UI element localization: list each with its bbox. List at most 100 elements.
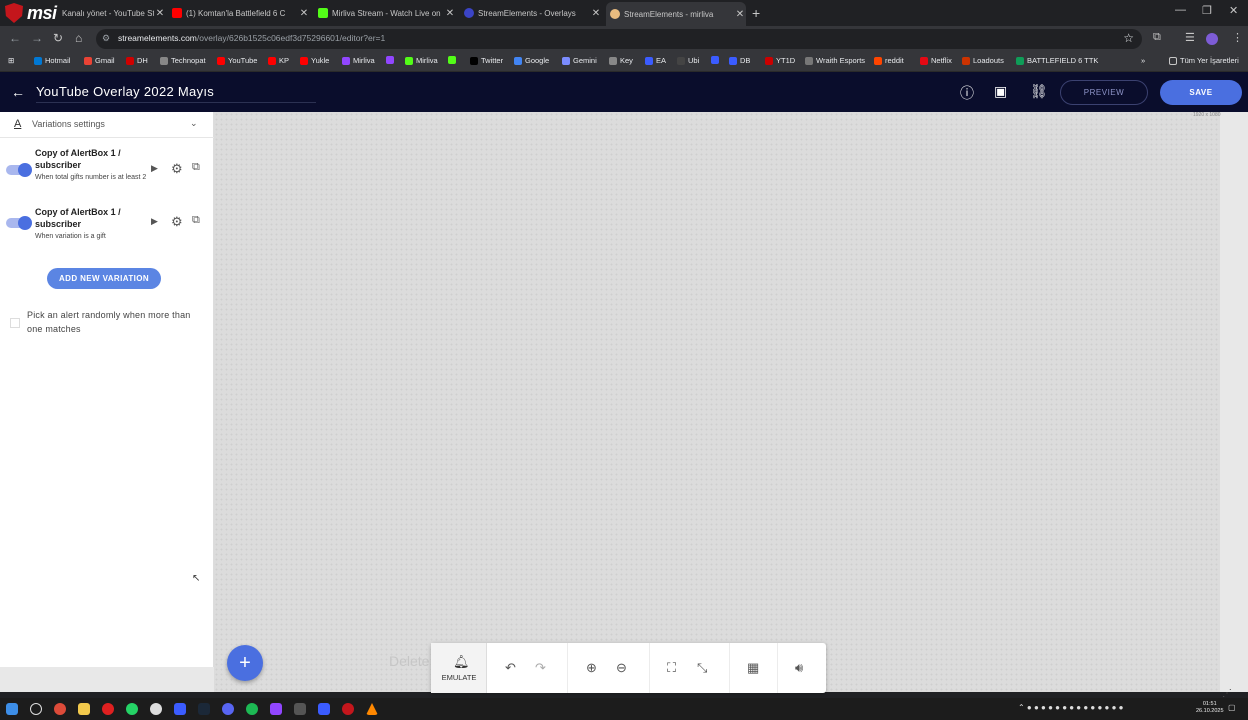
- volume-icon[interactable]: 🔊︎: [795, 660, 803, 676]
- play-icon[interactable]: ▶: [151, 216, 158, 227]
- window-close-icon[interactable]: ✕: [1229, 4, 1238, 17]
- copy-icon[interactable]: ⧉: [192, 214, 200, 227]
- link-icon[interactable]: ⛓: [1030, 83, 1048, 100]
- vlc-icon[interactable]: [366, 703, 378, 715]
- variations-settings-header[interactable]: A Variations settings ⌄: [0, 112, 214, 138]
- overlay-canvas[interactable]: [214, 112, 1220, 692]
- bookmark-item[interactable]: [448, 56, 459, 64]
- zoom-in-icon[interactable]: ⊕: [586, 660, 597, 676]
- close-icon[interactable]: ✕: [734, 9, 746, 20]
- bookmark-item[interactable]: Mirliva: [405, 56, 438, 65]
- bookmark-star-icon[interactable]: ☆: [1123, 31, 1134, 45]
- file-explorer-icon[interactable]: [78, 703, 90, 715]
- app-icon[interactable]: [318, 703, 330, 715]
- bookmark-item[interactable]: [386, 56, 397, 64]
- home-icon[interactable]: ⌂: [75, 31, 82, 45]
- undo-icon[interactable]: ↶: [505, 660, 516, 676]
- bookmark-item[interactable]: Wraith Esports: [805, 56, 865, 65]
- close-icon[interactable]: ✕: [298, 8, 310, 19]
- bookmark-item[interactable]: DH: [126, 56, 148, 65]
- obs-icon[interactable]: [150, 703, 162, 715]
- bookmark-item[interactable]: YT1D: [765, 56, 795, 65]
- bookmark-item[interactable]: EA: [645, 56, 666, 65]
- bookmark-item[interactable]: Gmail: [84, 56, 115, 65]
- reload-icon[interactable]: ↻: [53, 31, 63, 45]
- bookmark-item[interactable]: KP: [268, 56, 289, 65]
- bookmark-item[interactable]: DB: [729, 56, 750, 65]
- bookmark-item[interactable]: Google: [514, 56, 549, 65]
- profile-avatar[interactable]: [1206, 33, 1218, 45]
- apps-icon[interactable]: ⊞: [8, 56, 14, 65]
- search-icon[interactable]: [30, 703, 42, 715]
- menu-icon[interactable]: ⋮: [1232, 31, 1243, 44]
- forward-arrow-icon[interactable]: →: [31, 31, 43, 45]
- gear-icon[interactable]: ⚙: [171, 214, 183, 230]
- close-icon[interactable]: ✕: [590, 8, 602, 19]
- tray-icons[interactable]: ⌃ ● ● ● ● ● ● ● ● ● ● ● ● ● ●: [1018, 703, 1123, 712]
- calculator-icon[interactable]: [174, 703, 186, 715]
- browser-tab[interactable]: Mirliva Stream - Watch Live on ✕: [318, 4, 456, 22]
- screen-settings-icon[interactable]: ▣: [994, 83, 1007, 100]
- maximize-icon[interactable]: ❐: [1202, 4, 1212, 17]
- opera-icon[interactable]: [102, 703, 114, 715]
- grid-icon[interactable]: ▦: [747, 660, 759, 676]
- back-arrow-icon[interactable]: ←: [9, 31, 21, 45]
- whatsapp-icon[interactable]: [126, 703, 138, 715]
- add-widget-button[interactable]: +: [227, 645, 263, 681]
- gear-icon[interactable]: ⚙: [171, 161, 183, 177]
- url-bar[interactable]: ⚙ streamelements.com/overlay/626b1525c06…: [96, 29, 1142, 49]
- bookmark-item[interactable]: Yukle: [300, 56, 329, 65]
- bookmark-item[interactable]: Technopat: [160, 56, 206, 65]
- close-icon[interactable]: ✕: [154, 8, 166, 19]
- spotify-icon[interactable]: [246, 703, 258, 715]
- save-button[interactable]: SAVE: [1160, 80, 1242, 105]
- close-icon[interactable]: ✕: [444, 8, 456, 19]
- taskbar-clock[interactable]: 01:51 26.10.2025: [1196, 701, 1224, 715]
- zoom-out-icon[interactable]: ⊖: [616, 660, 627, 676]
- bookmark-item[interactable]: Twitter: [470, 56, 503, 65]
- browser-tab[interactable]: (1) Komtan'la Battlefield 6 C ✕: [172, 4, 310, 22]
- delete-drop-zone[interactable]: Delete: [389, 653, 429, 669]
- bookmark-item[interactable]: YouTube: [217, 56, 257, 65]
- emulate-button[interactable]: 🔔︎ EMULATE: [431, 643, 487, 693]
- play-icon[interactable]: ▶: [151, 163, 158, 174]
- bookmark-item[interactable]: Loadouts: [962, 56, 1004, 65]
- chevron-down-icon[interactable]: ⌄: [190, 118, 198, 129]
- back-arrow-icon[interactable]: ←: [11, 84, 25, 100]
- steam-icon[interactable]: [198, 703, 210, 715]
- browser-tab-active[interactable]: StreamElements - mirliva ✕: [606, 2, 746, 26]
- bookmark-item[interactable]: Gemini: [562, 56, 597, 65]
- discord-icon[interactable]: [222, 703, 234, 715]
- extensions-icon[interactable]: ⧉: [1153, 31, 1161, 44]
- app-icon[interactable]: [294, 703, 306, 715]
- random-pick-checkbox[interactable]: [10, 318, 20, 328]
- preview-button[interactable]: PREVIEW: [1060, 80, 1148, 105]
- all-bookmarks-folder[interactable]: Tüm Yer İşaretleri: [1169, 56, 1239, 65]
- help-icon[interactable]: ⓘ: [960, 83, 974, 103]
- bookmark-item[interactable]: Hotmail: [34, 56, 70, 65]
- overlay-title-input[interactable]: YouTube Overlay 2022 Mayıs: [36, 84, 214, 99]
- bookmark-item[interactable]: Key: [609, 56, 633, 65]
- bookmark-item[interactable]: reddit: [874, 56, 904, 65]
- bookmark-item[interactable]: Netflix: [920, 56, 952, 65]
- windows-start-icon[interactable]: [6, 703, 18, 715]
- notification-icon[interactable]: ▢: [1228, 703, 1236, 712]
- fit-screen-icon[interactable]: ⤡: [697, 660, 707, 676]
- bookmarks-overflow-icon[interactable]: »: [1141, 56, 1145, 65]
- copy-icon[interactable]: ⧉: [192, 161, 200, 174]
- msi-center-icon[interactable]: [342, 703, 354, 715]
- bookmark-item[interactable]: BATTLEFIELD 6 TTK: [1016, 56, 1098, 65]
- chrome-icon[interactable]: [54, 703, 66, 715]
- browser-tab[interactable]: Kanalı yönet - YouTube Studio ✕: [62, 4, 166, 22]
- variation-toggle[interactable]: [6, 216, 32, 230]
- bookmark-item[interactable]: Ubi: [677, 56, 699, 65]
- new-tab-button[interactable]: +: [752, 5, 760, 21]
- media-icon[interactable]: ☰: [1185, 31, 1195, 44]
- minimize-icon[interactable]: —: [1175, 4, 1186, 16]
- add-new-variation-button[interactable]: ADD NEW VARIATION: [47, 268, 161, 289]
- fullscreen-icon[interactable]: ⛶: [667, 660, 676, 676]
- twitch-icon[interactable]: [270, 703, 282, 715]
- bookmark-item[interactable]: Mirliva: [342, 56, 375, 65]
- redo-icon[interactable]: ↷: [535, 660, 546, 676]
- site-info-icon[interactable]: ⚙: [102, 33, 110, 44]
